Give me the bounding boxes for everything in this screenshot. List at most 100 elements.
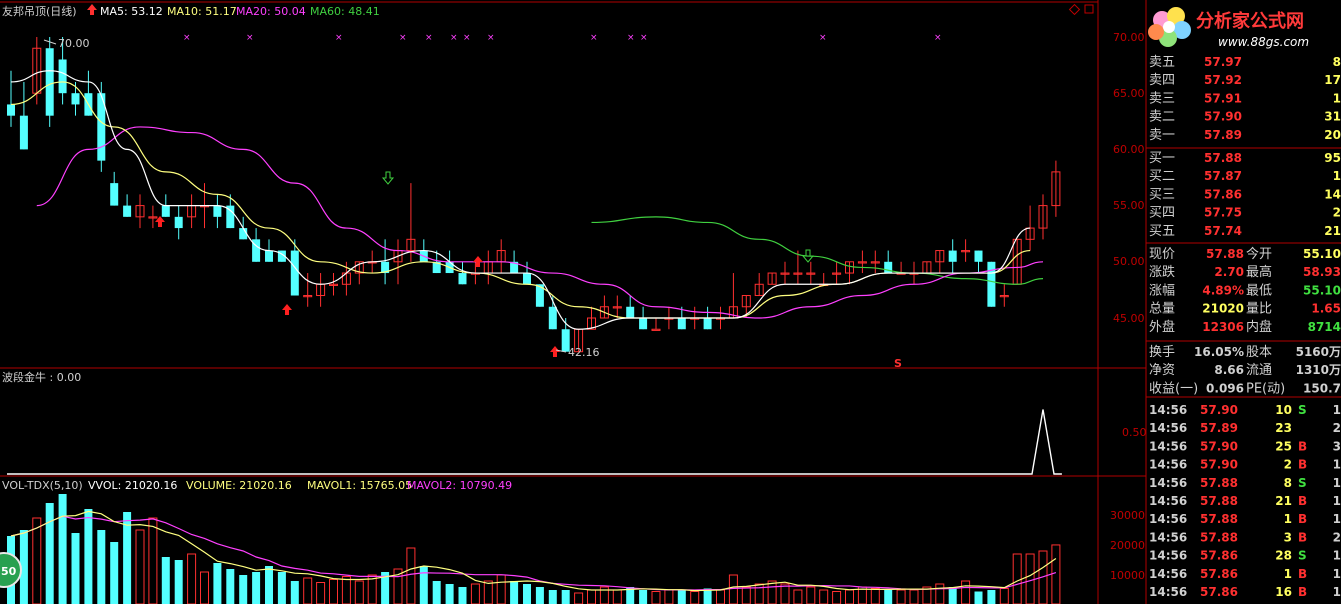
- volume-bar-down: [639, 590, 648, 604]
- x-marker: ×: [450, 33, 458, 43]
- volume-bar-down: [110, 542, 119, 604]
- bid-volume: 95: [1324, 151, 1341, 165]
- bid-volume: 14: [1324, 187, 1341, 201]
- stat-label: 涨幅: [1149, 283, 1175, 298]
- restore-icon[interactable]: [1084, 4, 1094, 14]
- candle-body-down: [626, 306, 635, 318]
- volume-bar-up: [496, 574, 506, 604]
- bid-label: 买四: [1149, 206, 1175, 221]
- volume-bar-down: [97, 530, 106, 604]
- volume-label: VOLUME: 21020.16: [186, 479, 292, 492]
- volume-bar-down: [948, 587, 957, 604]
- volume-bar-up: [406, 547, 416, 604]
- stat-label: 最高: [1246, 264, 1272, 280]
- volume-bar-up: [870, 588, 880, 604]
- bid-label: 买一: [1149, 151, 1175, 166]
- volume-bar-up: [845, 589, 854, 604]
- candle-body-down: [948, 250, 957, 262]
- ask-volume: 20: [1324, 128, 1341, 142]
- ma5-label: MA5: 53.12: [100, 5, 163, 18]
- tick-time: 14:56: [1149, 567, 1187, 581]
- sell-arrow-icon: [381, 171, 395, 185]
- tick-price: 57.89: [1200, 421, 1238, 435]
- volume-bar-up: [651, 591, 661, 604]
- y-tick-70: 70.00: [1113, 31, 1145, 44]
- candle-body-down: [174, 216, 183, 229]
- stat-label: 涨跌: [1149, 264, 1175, 280]
- tick-volume: 2: [1284, 458, 1292, 472]
- stat-label: 量比: [1246, 302, 1272, 317]
- candle-body-down: [639, 318, 648, 330]
- volume-bar-up: [728, 574, 738, 604]
- y-tick-60: 60.00: [1113, 143, 1145, 156]
- bid-label: 买五: [1149, 224, 1175, 239]
- site-logo: 分析家公式网 www.88gs.com: [1148, 7, 1309, 49]
- tick-time: 14:56: [1149, 585, 1187, 599]
- vol-y-tick-10000: 10000: [1110, 569, 1145, 582]
- tick-side: S: [1298, 476, 1307, 490]
- bid-volume: 21: [1324, 224, 1341, 238]
- volume-bar-up: [767, 580, 777, 604]
- volume-panel: VOL-TDX(5,10) VVOL: 21020.16 VOLUME: 210…: [0, 479, 1145, 604]
- volume-bar-down: [458, 587, 467, 604]
- volume-bar-up: [896, 589, 906, 604]
- tick-time: 14:56: [1149, 549, 1187, 563]
- volume-bar-down: [277, 572, 286, 604]
- stat-label: 内盘: [1246, 319, 1272, 335]
- volume-bar-down: [432, 581, 441, 604]
- tick-count: 1: [1333, 549, 1341, 563]
- x-marker: ×: [335, 33, 343, 43]
- volume-bar-down: [974, 591, 983, 604]
- volume-bar-up: [806, 586, 816, 604]
- volume-bar-up: [316, 582, 326, 604]
- volume-bar-up: [716, 589, 725, 604]
- tick-time: 14:56: [1149, 421, 1187, 435]
- tick-price: 57.90: [1200, 458, 1238, 472]
- ask-label: 卖四: [1149, 73, 1175, 88]
- ask-label: 卖五: [1149, 55, 1175, 70]
- stat-label: 最低: [1246, 283, 1272, 298]
- chart-header: 友邦吊顶(日线) MA5: 53.12 MA10: 51.17 MA20: 50…: [2, 4, 380, 18]
- stat-value: 4.89%: [1202, 283, 1244, 297]
- up-arrow-icon: [87, 4, 97, 15]
- fund-value: 0.096: [1206, 381, 1244, 395]
- ask-volume: 17: [1324, 73, 1341, 87]
- tick-time: 14:56: [1149, 476, 1187, 490]
- tick-count: 1: [1333, 567, 1341, 581]
- vol-header-name: VOL-TDX(5,10): [2, 479, 83, 492]
- bid-label: 买三: [1149, 187, 1175, 202]
- panel-frames: [0, 0, 1147, 604]
- volume-bar-up: [470, 583, 480, 604]
- candle-body-down: [45, 48, 54, 116]
- tick-side: B: [1298, 567, 1307, 581]
- stat-value: 12306: [1202, 320, 1244, 334]
- logo-text: 分析家公式网: [1196, 10, 1304, 32]
- volume-bar-down: [226, 569, 235, 604]
- candle-body-down: [7, 104, 15, 116]
- indicator-panel: 波段金牛 : 0.00 0.50: [2, 370, 1147, 475]
- mavol1-label: MAVOL1: 15765.05: [307, 479, 412, 492]
- buy-arrow-icon: [282, 304, 292, 315]
- tick-count: 2: [1333, 530, 1341, 544]
- volume-bar-down: [71, 533, 80, 604]
- x-marker: ×: [463, 33, 471, 43]
- tick-time: 14:56: [1149, 530, 1187, 544]
- tick-count: 1: [1333, 512, 1341, 526]
- volume-bar-down: [174, 560, 183, 604]
- vvol-label: VVOL: 21020.16: [88, 479, 177, 492]
- volume-bar-up: [1025, 553, 1035, 604]
- volume-bar-up: [690, 591, 700, 604]
- diamond-icon[interactable]: [1068, 3, 1081, 16]
- ma5-line: [10, 70, 1031, 330]
- indicator-line: [7, 409, 1062, 475]
- tick-side: B: [1298, 439, 1307, 453]
- tick-time: 14:56: [1149, 494, 1187, 508]
- x-marker: ×: [819, 33, 827, 43]
- fund-label: PE(动): [1246, 381, 1285, 396]
- fund-label: 收益(一): [1149, 381, 1198, 396]
- vol-y-tick-30000: 30000: [1110, 509, 1145, 522]
- volume-bar-down: [677, 590, 686, 604]
- volume-bar-down: [884, 590, 893, 604]
- volume-bar-up: [741, 586, 751, 604]
- logo-url[interactable]: www.88gs.com: [1218, 35, 1309, 49]
